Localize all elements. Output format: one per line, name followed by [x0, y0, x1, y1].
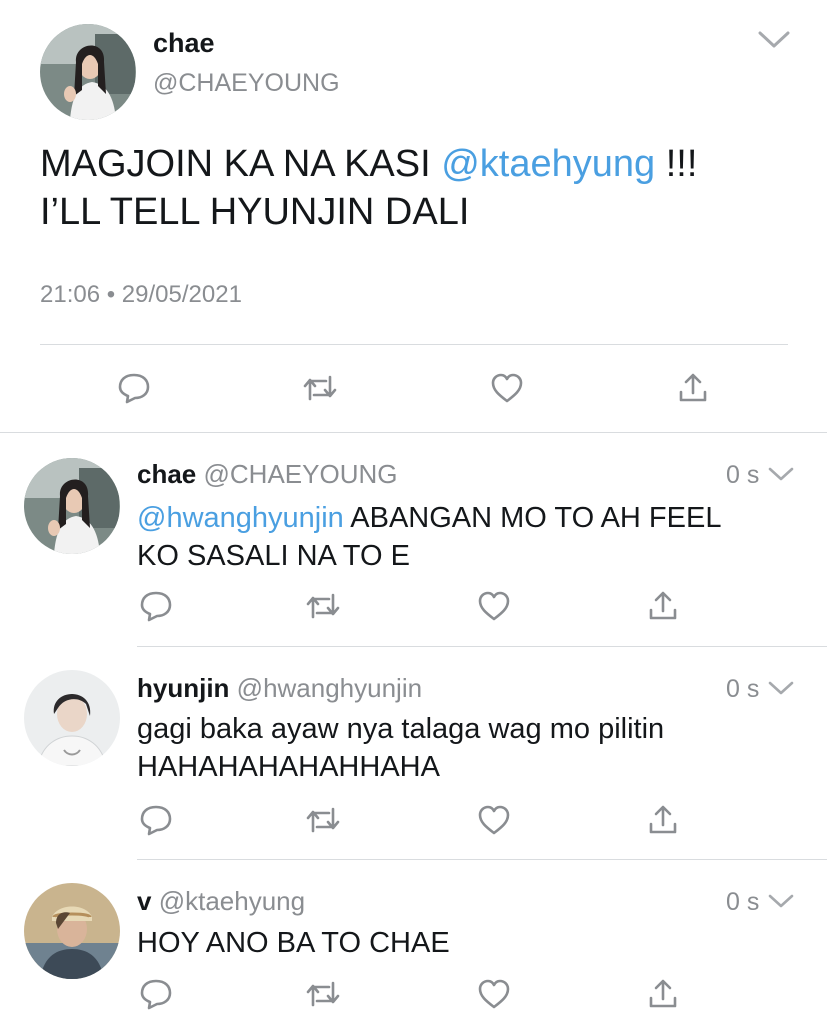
- like-button[interactable]: [474, 800, 514, 840]
- reply-author-name[interactable]: chae: [137, 459, 196, 489]
- reply-header: hyunjin @hwanghyunjin: [137, 673, 422, 704]
- reply-author-name[interactable]: hyunjin: [137, 673, 229, 703]
- retweet-icon: [306, 593, 340, 619]
- reply-text-line2: KO SASALI NA TO E: [137, 540, 410, 572]
- share-button[interactable]: [673, 368, 713, 408]
- more-options-chevron-icon[interactable]: [767, 680, 795, 697]
- retweet-button[interactable]: [300, 368, 340, 408]
- reply-icon: [140, 591, 172, 622]
- heart-icon: [478, 979, 510, 1009]
- reply-button[interactable]: [136, 974, 176, 1014]
- tweet-timestamp[interactable]: 21:06 • 29/05/2021: [40, 281, 242, 309]
- reply-button[interactable]: [114, 368, 154, 408]
- share-icon: [649, 979, 677, 1008]
- like-button[interactable]: [474, 586, 514, 626]
- author-name[interactable]: chae: [153, 28, 215, 59]
- retweet-button[interactable]: [303, 800, 343, 840]
- reply-author-handle[interactable]: @hwanghyunjin: [237, 673, 422, 703]
- heart-icon: [491, 373, 523, 403]
- mention-link[interactable]: @ktaehyung: [441, 143, 655, 185]
- share-icon: [649, 591, 677, 620]
- retweet-icon: [306, 981, 340, 1007]
- reply-time: 0 s: [726, 888, 760, 916]
- avatar[interactable]: [24, 670, 120, 766]
- tweet-text-line2: I’LL TELL HYUNJIN DALI: [40, 191, 470, 233]
- tweet-text: MAGJOIN KA NA KASI @ktaehyung !!! I’LL T…: [40, 140, 697, 236]
- reply-button[interactable]: [136, 800, 176, 840]
- divider: [40, 344, 788, 345]
- tweet-text-start: MAGJOIN KA NA KASI: [40, 143, 442, 185]
- heart-icon: [478, 591, 510, 621]
- more-options-chevron-icon[interactable]: [757, 30, 791, 50]
- reply-icon: [118, 373, 150, 404]
- share-icon: [649, 805, 677, 834]
- avatar[interactable]: [24, 883, 120, 979]
- section-divider: [0, 432, 827, 433]
- share-button[interactable]: [643, 800, 683, 840]
- share-icon: [679, 373, 707, 402]
- reply-header: chae @CHAEYOUNG: [137, 459, 397, 490]
- retweet-icon: [306, 807, 340, 833]
- retweet-button[interactable]: [303, 586, 343, 626]
- reply-text: @hwanghyunjin ABANGAN MO TO AH FEEL KO S…: [137, 499, 721, 575]
- divider: [137, 859, 827, 860]
- reply-author-name[interactable]: v: [137, 886, 151, 916]
- share-button[interactable]: [643, 974, 683, 1014]
- reply-header: v @ktaehyung: [137, 886, 305, 917]
- retweet-icon: [303, 375, 337, 401]
- reply-text: HOY ANO BA TO CHAE: [137, 927, 450, 959]
- like-button[interactable]: [474, 974, 514, 1014]
- reply-icon: [140, 805, 172, 836]
- reply-button[interactable]: [136, 586, 176, 626]
- reply-text: gagi baka ayaw nya talaga wag mo pilitin…: [137, 710, 664, 786]
- heart-icon: [478, 805, 510, 835]
- more-options-chevron-icon[interactable]: [767, 466, 795, 483]
- tweet-text-end: !!!: [655, 143, 698, 185]
- more-options-chevron-icon[interactable]: [767, 893, 795, 910]
- divider: [137, 646, 827, 647]
- author-handle[interactable]: @CHAEYOUNG: [153, 69, 340, 98]
- like-button[interactable]: [487, 368, 527, 408]
- reply-time: 0 s: [726, 675, 760, 703]
- reply-author-handle[interactable]: @ktaehyung: [159, 886, 305, 916]
- mention-link[interactable]: @hwanghyunjin: [137, 502, 344, 534]
- reply-author-handle[interactable]: @CHAEYOUNG: [204, 459, 398, 489]
- reply-text-line2: HAHAHAHAHAHHAHA: [137, 751, 440, 783]
- retweet-button[interactable]: [303, 974, 343, 1014]
- avatar[interactable]: [24, 458, 120, 554]
- reply-text-line1: ABANGAN MO TO AH FEEL: [343, 502, 722, 534]
- reply-time: 0 s: [726, 461, 760, 489]
- reply-icon: [140, 979, 172, 1010]
- share-button[interactable]: [643, 586, 683, 626]
- reply-text-line1: gagi baka ayaw nya talaga wag mo pilitin: [137, 713, 665, 745]
- avatar[interactable]: [40, 24, 136, 120]
